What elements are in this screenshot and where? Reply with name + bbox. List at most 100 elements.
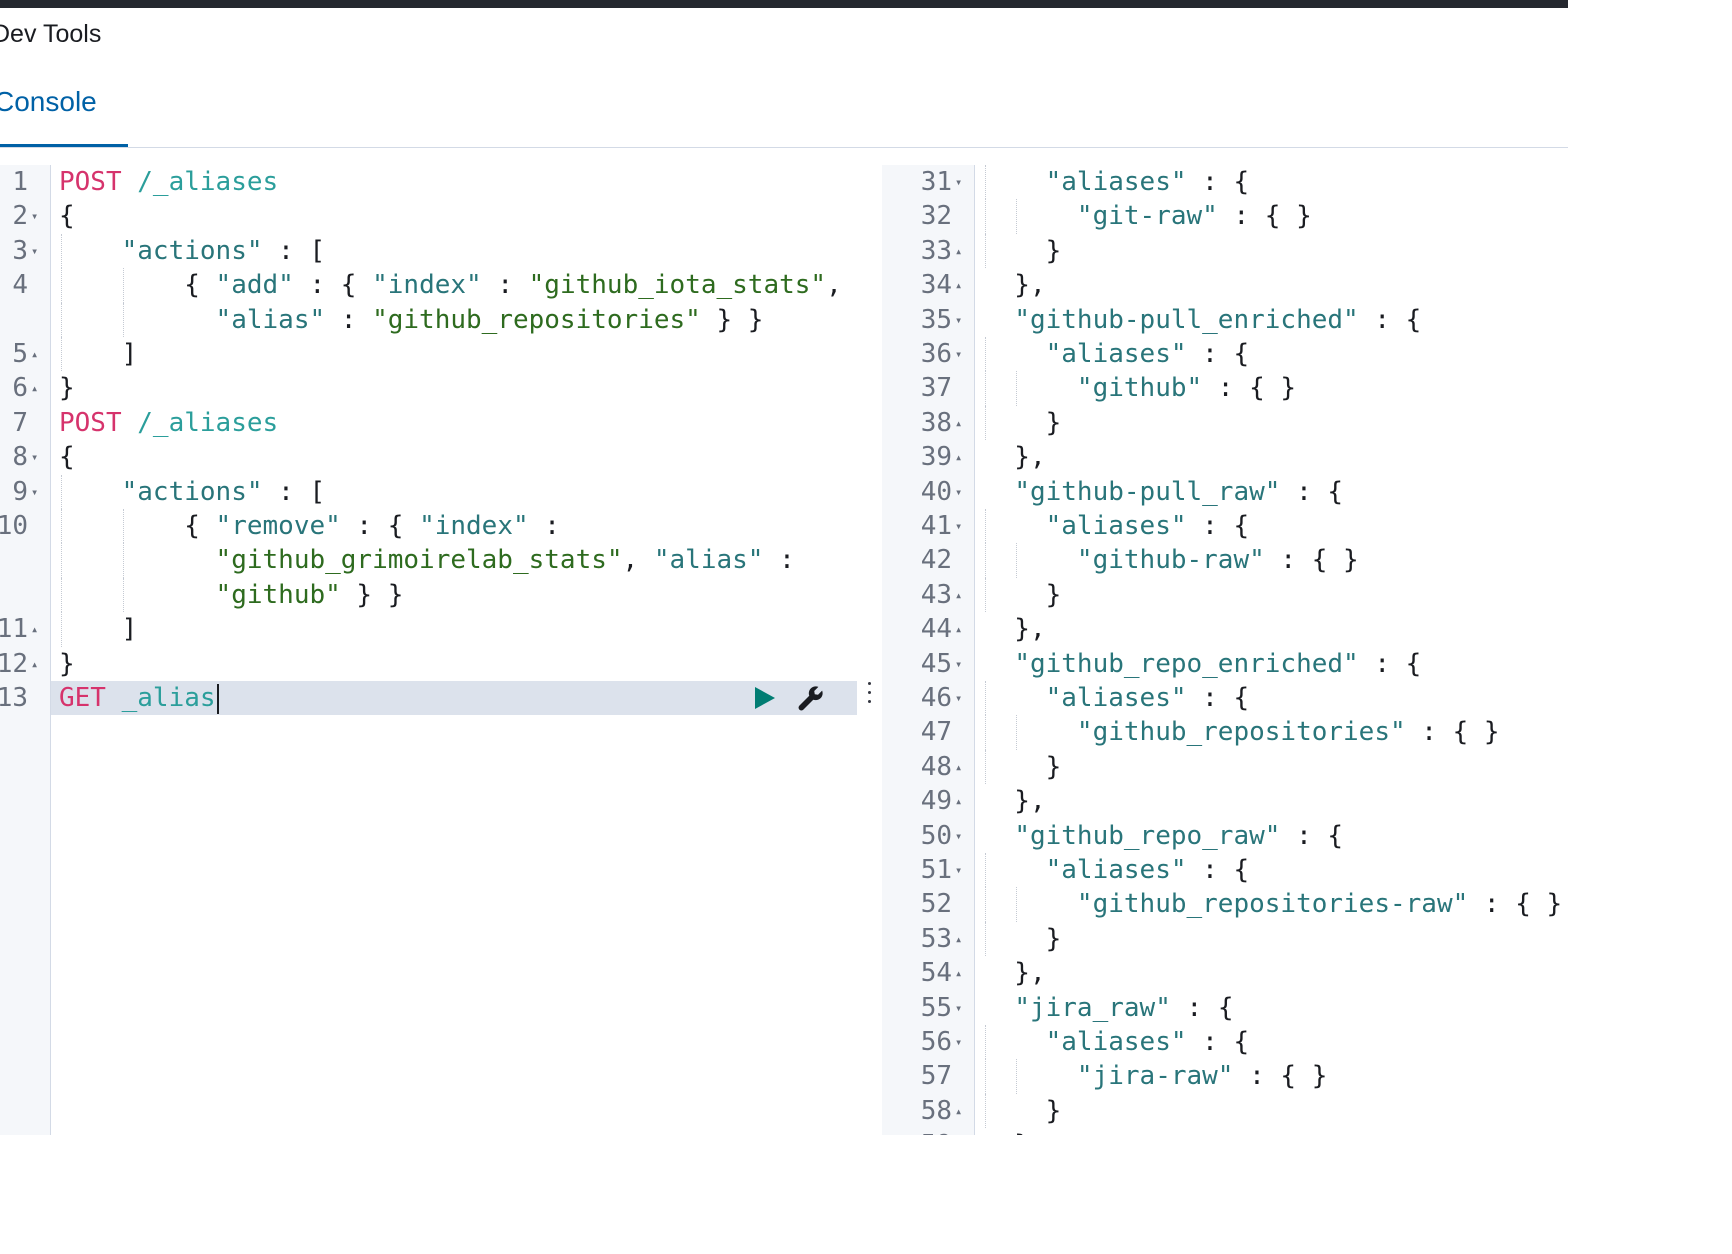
code-line[interactable]: 48 ▴ } xyxy=(882,749,1568,785)
code-line[interactable]: 2 ▾ { xyxy=(0,199,857,233)
fold-open-icon[interactable]: ▾ xyxy=(31,199,38,233)
code-text[interactable]: }, xyxy=(983,268,1045,302)
code-line[interactable]: 58 ▴ } xyxy=(882,1093,1568,1129)
fold-open-icon[interactable]: ▾ xyxy=(955,819,962,853)
fold-close-icon[interactable]: ▴ xyxy=(31,337,38,371)
fold-close-icon[interactable]: ▴ xyxy=(955,268,962,302)
code-text[interactable]: { xyxy=(59,440,75,474)
code-line[interactable]: 12 ▴} xyxy=(0,647,857,681)
fold-open-icon[interactable]: ▾ xyxy=(955,647,962,681)
code-line[interactable]: 34 ▴ }, xyxy=(882,268,1568,302)
code-line[interactable]: 38 ▴ } xyxy=(882,405,1568,441)
code-text[interactable]: POST /_aliases xyxy=(59,406,278,440)
code-line[interactable]: 42 "github-raw" : { } xyxy=(882,543,1568,578)
code-line[interactable]: 37 "github" : { } xyxy=(882,371,1568,406)
code-text[interactable]: } xyxy=(983,578,1062,612)
code-line[interactable]: 3 ▾ "actions" : [ xyxy=(0,233,857,269)
code-line[interactable]: 55 ▾ "jira_raw" : { xyxy=(882,991,1568,1025)
code-text[interactable]: "actions" : [ xyxy=(59,234,326,268)
fold-close-icon[interactable]: ▴ xyxy=(955,578,962,612)
code-line[interactable]: 1 POST /_aliases xyxy=(0,165,857,199)
code-line[interactable]: 40 ▾ "github-pull_raw" : { xyxy=(882,475,1568,509)
code-text[interactable]: } xyxy=(983,922,1062,956)
code-line[interactable]: 43 ▴ } xyxy=(882,577,1568,613)
code-text[interactable]: "aliases" : { xyxy=(983,337,1250,371)
code-line[interactable]: 35 ▾ "github-pull_enriched" : { xyxy=(882,303,1568,337)
fold-open-icon[interactable]: ▾ xyxy=(31,440,38,474)
code-line[interactable]: "alias" : "github_repositories" } } xyxy=(0,302,857,337)
code-text[interactable]: "github-raw" : { } xyxy=(983,543,1359,577)
code-line[interactable]: 53 ▴ } xyxy=(882,921,1568,957)
fold-open-icon[interactable]: ▾ xyxy=(955,303,962,337)
code-line[interactable]: 54 ▴ }, xyxy=(882,956,1568,990)
code-text[interactable]: ] xyxy=(59,612,138,646)
code-text[interactable]: "aliases" : { xyxy=(983,509,1250,543)
fold-open-icon[interactable]: ▾ xyxy=(31,475,38,509)
code-text[interactable]: "github-pull_enriched" : { xyxy=(983,303,1421,337)
code-text[interactable]: } xyxy=(983,750,1062,784)
fold-open-icon[interactable]: ▾ xyxy=(955,853,962,887)
code-text[interactable]: }, xyxy=(983,612,1045,646)
fold-close-icon[interactable]: ▴ xyxy=(955,406,962,440)
code-line[interactable]: 9 ▾ "actions" : [ xyxy=(0,474,857,509)
fold-open-icon[interactable]: ▾ xyxy=(955,1025,962,1059)
code-text[interactable]: { "remove" : { "index" : xyxy=(59,509,560,543)
code-text[interactable]: "aliases" : { xyxy=(983,681,1250,715)
fold-open-icon[interactable]: ▾ xyxy=(955,165,962,199)
code-text[interactable]: { xyxy=(59,199,75,233)
code-text[interactable]: } xyxy=(59,371,75,405)
code-text[interactable]: "github_repo_raw" : { xyxy=(983,819,1343,853)
code-line[interactable]: 50 ▾ "github_repo_raw" : { xyxy=(882,819,1568,853)
code-line[interactable]: 44 ▴ }, xyxy=(882,612,1568,646)
code-line[interactable]: 52 "github_repositories-raw" : { } xyxy=(882,887,1568,922)
fold-close-icon[interactable]: ▴ xyxy=(955,1094,962,1128)
code-line[interactable]: 57 "jira-raw" : { } xyxy=(882,1059,1568,1094)
code-line[interactable]: 4 { "add" : { "index" : "github_iota_sta… xyxy=(0,268,857,303)
fold-close-icon[interactable]: ▴ xyxy=(955,750,962,784)
code-line[interactable]: 46 ▾ "aliases" : { xyxy=(882,681,1568,716)
tab-console[interactable]: Console xyxy=(0,86,97,118)
code-line[interactable]: "github" } } xyxy=(0,577,857,613)
code-text[interactable]: { "add" : { "index" : "github_iota_stats… xyxy=(59,268,842,302)
code-text[interactable]: "github" : { } xyxy=(983,371,1296,405)
code-text[interactable]: }, xyxy=(983,1128,1045,1135)
code-line[interactable]: 32 "git-raw" : { } xyxy=(882,199,1568,234)
code-text[interactable]: "jira-raw" : { } xyxy=(983,1059,1327,1093)
code-line[interactable]: 7 POST /_aliases xyxy=(0,406,857,440)
code-text[interactable]: "aliases" : { xyxy=(983,853,1250,887)
code-text[interactable]: "github" } } xyxy=(59,578,404,612)
fold-close-icon[interactable]: ▴ xyxy=(955,234,962,268)
fold-open-icon[interactable]: ▾ xyxy=(31,234,38,268)
code-line[interactable]: 45 ▾ "github_repo_enriched" : { xyxy=(882,647,1568,681)
code-text[interactable]: } xyxy=(983,234,1062,268)
code-text[interactable]: "jira_raw" : { xyxy=(983,991,1233,1025)
play-icon[interactable] xyxy=(755,687,775,709)
code-line[interactable]: 49 ▴ }, xyxy=(882,784,1568,818)
code-line[interactable]: 31 ▾ "aliases" : { xyxy=(882,165,1568,200)
code-line[interactable]: 11 ▴ ] xyxy=(0,612,857,647)
fold-close-icon[interactable]: ▴ xyxy=(31,371,38,405)
code-text[interactable]: "github_repositories" : { } xyxy=(983,715,1500,749)
code-text[interactable]: ] xyxy=(59,337,138,371)
fold-close-icon[interactable]: ▴ xyxy=(31,612,38,646)
fold-close-icon[interactable]: ▴ xyxy=(955,612,962,646)
code-line[interactable]: 41 ▾ "aliases" : { xyxy=(882,509,1568,544)
code-text[interactable]: } xyxy=(983,1094,1062,1128)
code-line[interactable]: 10 { "remove" : { "index" : xyxy=(0,509,857,544)
code-text[interactable]: "git-raw" : { } xyxy=(983,199,1312,233)
code-text[interactable]: }, xyxy=(983,784,1045,818)
code-line[interactable]: 13 GET _alias xyxy=(0,681,857,716)
code-text[interactable]: } xyxy=(59,647,75,681)
code-text[interactable]: "github_repo_enriched" : { xyxy=(983,647,1421,681)
code-text[interactable]: "alias" : "github_repositories" } } xyxy=(59,303,764,337)
fold-close-icon[interactable]: ▴ xyxy=(955,956,962,990)
code-text[interactable]: "aliases" : { xyxy=(983,165,1250,199)
code-line[interactable]: 47 "github_repositories" : { } xyxy=(882,715,1568,750)
pane-resizer[interactable] xyxy=(862,680,878,706)
request-editor[interactable]: 1 POST /_aliases 2 ▾{3 ▾ "actions" : [4 { "a… xyxy=(0,165,857,1135)
code-text[interactable]: POST /_aliases xyxy=(59,165,278,199)
code-text[interactable]: } xyxy=(983,406,1062,440)
code-text[interactable]: "actions" : [ xyxy=(59,475,326,509)
code-line[interactable]: 59 }, xyxy=(882,1128,1568,1135)
code-line[interactable]: 33 ▴ } xyxy=(882,233,1568,269)
